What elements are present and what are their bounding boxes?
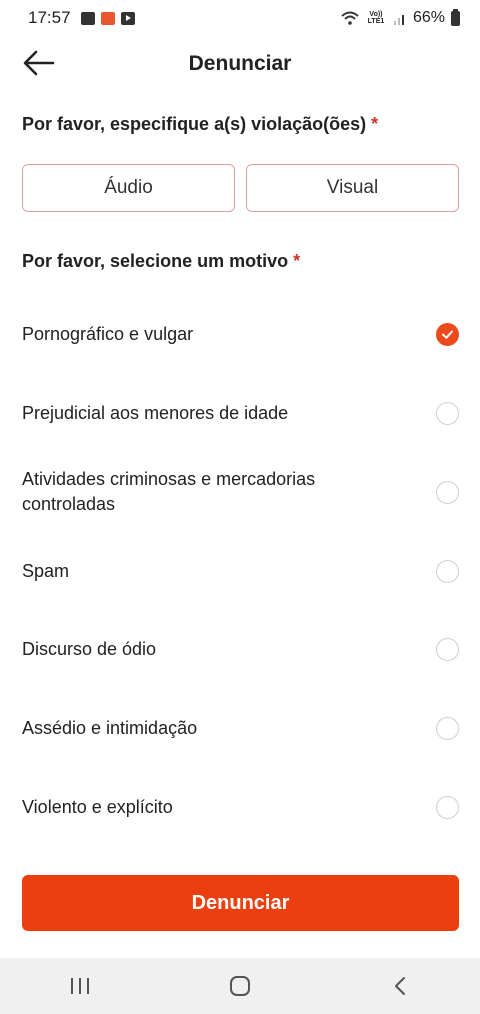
notification-icons [80, 11, 135, 25]
status-time: 17:57 [28, 8, 71, 27]
reason-radio[interactable] [436, 716, 459, 740]
signal-icon [393, 14, 404, 25]
reason-radio[interactable] [436, 480, 459, 504]
reason-radio[interactable] [436, 637, 459, 661]
reason-item-harmful-minors[interactable]: Prejudicial aos menores de idade [0, 398, 480, 428]
reason-section-title: Por favor, selecione um motivo * [22, 251, 300, 272]
reason-radio-checked[interactable] [436, 322, 459, 346]
reason-radio[interactable] [436, 795, 459, 819]
reason-item-hate-speech[interactable]: Discurso de ódio [0, 634, 480, 664]
arrow-left-icon [23, 50, 55, 76]
reason-radio[interactable] [436, 559, 459, 583]
reason-item-violent[interactable]: Violento e explícito [0, 792, 480, 822]
network-label: Vo)) LTE1 [367, 11, 385, 25]
system-nav-bar [0, 958, 480, 1014]
reason-item-spam[interactable]: Spam [0, 556, 480, 586]
home-button[interactable] [210, 966, 270, 1006]
reason-label: Discurso de ódio [22, 638, 157, 659]
wifi-icon [341, 11, 359, 25]
required-mark: * [293, 251, 301, 271]
battery-percent: 66% [412, 9, 445, 26]
submit-report-button[interactable]: Denunciar [22, 875, 459, 931]
reason-item-criminal[interactable]: Atividades criminosas e mercadorias cont… [0, 466, 480, 518]
reason-label: Assédio e intimidação [22, 717, 198, 738]
home-icon [230, 976, 250, 996]
reason-item-pornographic[interactable]: Pornográfico e vulgar [0, 319, 480, 349]
reason-label: Spam [22, 560, 70, 581]
gallery-notification-icon [80, 11, 95, 25]
app-notification-icon [100, 11, 115, 25]
required-mark: * [371, 114, 379, 134]
status-right: Vo)) LTE1 66% [341, 8, 460, 27]
reason-item-harassment[interactable]: Assédio e intimidação [0, 713, 480, 743]
visual-option-button[interactable]: Visual [246, 164, 459, 212]
reason-label: Prejudicial aos menores de idade [22, 402, 289, 423]
back-icon [395, 977, 405, 995]
violation-title-text: Por favor, especifique a(s) violação(ões… [22, 114, 367, 134]
reason-label: Violento e explícito [22, 796, 173, 817]
reason-label: Atividades criminosas e mercadorias cont… [22, 469, 316, 514]
nav-back-button[interactable] [370, 966, 430, 1006]
header: Denunciar [0, 36, 480, 92]
battery-icon [451, 8, 460, 26]
recent-apps-button[interactable] [50, 966, 110, 1006]
reason-label: Pornográfico e vulgar [22, 323, 194, 344]
youtube-notification-icon [120, 11, 135, 25]
reason-radio[interactable] [436, 401, 459, 425]
reason-title-text: Por favor, selecione um motivo [22, 251, 289, 271]
checkmark-icon [442, 330, 453, 339]
audio-option-button[interactable]: Áudio [22, 164, 235, 212]
recent-apps-icon [71, 978, 89, 994]
status-bar: 17:57 Vo)) LTE1 66% [0, 0, 480, 36]
page-title: Denunciar [188, 52, 292, 75]
violation-section-title: Por favor, especifique a(s) violação(ões… [22, 114, 378, 135]
back-button[interactable] [22, 48, 56, 78]
